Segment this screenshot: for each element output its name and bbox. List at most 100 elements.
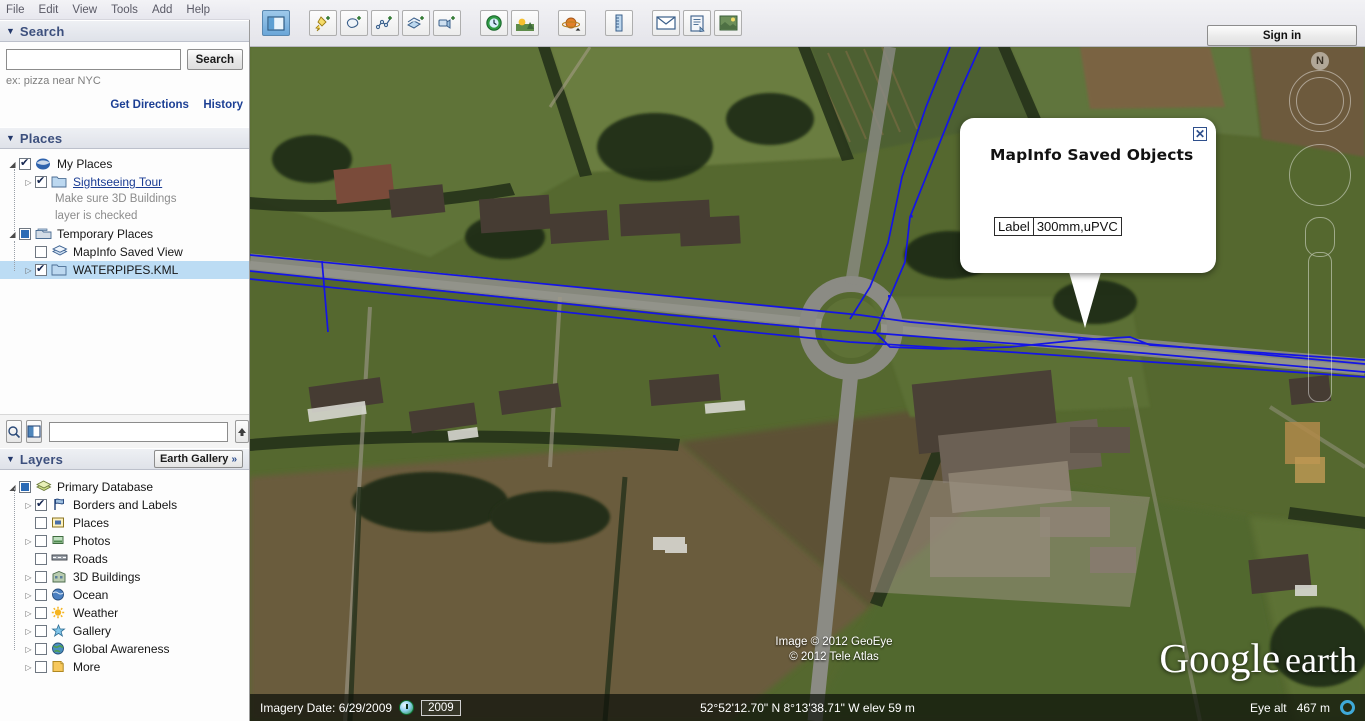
expand-arrow-icon[interactable]: ▷	[22, 178, 35, 187]
expand-arrow-icon[interactable]: ▷	[22, 609, 35, 618]
checkbox[interactable]	[35, 553, 47, 565]
places-split-view-button[interactable]	[26, 420, 42, 443]
sunlight-button[interactable]	[511, 10, 539, 36]
collapse-triangle-icon[interactable]: ▼	[6, 133, 15, 143]
layers-item-primary-database[interactable]: ◢ Primary Database	[0, 478, 249, 496]
imagery-date-section[interactable]: Imagery Date: 6/29/2009 2009	[260, 699, 461, 716]
layers-item-places[interactable]: Places	[0, 514, 249, 532]
earth-gallery-button[interactable]: Earth Gallery »	[153, 450, 243, 468]
layers-item-global-awareness[interactable]: ▷ Global Awareness	[0, 640, 249, 658]
record-tour-button[interactable]	[433, 10, 461, 36]
layers-item-3d-buildings[interactable]: ▷ 3D Buildings	[0, 568, 249, 586]
balloon-title: MapInfo Saved Objects	[990, 146, 1194, 164]
checkbox[interactable]	[35, 625, 47, 637]
layers-item-photos[interactable]: ▷ Photos	[0, 532, 249, 550]
layers-item-borders-and-labels[interactable]: ▷ Borders and Labels	[0, 496, 249, 514]
places-panel-header[interactable]: ▼ Places	[0, 127, 249, 149]
add-image-overlay-button[interactable]	[402, 10, 430, 36]
checkbox[interactable]	[35, 607, 47, 619]
places-item-label[interactable]: Sightseeing Tour	[73, 175, 162, 189]
collapse-triangle-icon[interactable]: ▼	[6, 454, 15, 464]
layers-item-more[interactable]: ▷ More	[0, 658, 249, 676]
places-item-temporary-places[interactable]: ◢ Temporary Places	[0, 225, 249, 243]
compass-north-indicator[interactable]: N	[1311, 52, 1329, 70]
layers-item-gallery[interactable]: ▷ Gallery	[0, 622, 249, 640]
folder-icon	[51, 263, 69, 277]
email-button[interactable]	[652, 10, 680, 36]
places-item-waterpipes-kml[interactable]: ▷ WATERPIPES.KML	[0, 261, 249, 279]
expand-arrow-icon[interactable]: ◢	[6, 160, 19, 169]
menu-item-tools[interactable]: Tools	[111, 4, 138, 16]
close-icon[interactable]: ✕	[1193, 127, 1207, 141]
layers-item-label: 3D Buildings	[73, 570, 141, 584]
checkbox[interactable]	[19, 156, 31, 170]
menu-item-view[interactable]: View	[72, 4, 97, 16]
expand-arrow-icon[interactable]: ◢	[6, 483, 19, 492]
zoom-slider-handle[interactable]	[1305, 217, 1335, 257]
layers-panel-header[interactable]: ▼ Layers Earth Gallery »	[0, 448, 249, 470]
imagery-year-badge[interactable]: 2009	[421, 699, 461, 716]
logo-google-text: Google	[1159, 635, 1281, 681]
places-item-mapinfo-saved-view[interactable]: MapInfo Saved View	[0, 243, 249, 261]
imagery-copyright: Image © 2012 GeoEye © 2012 Tele Atlas	[739, 635, 929, 665]
historical-imagery-button[interactable]	[480, 10, 508, 36]
expand-arrow-icon[interactable]: ▷	[22, 266, 35, 275]
earth-icon	[35, 157, 53, 171]
save-image-button[interactable]	[714, 10, 742, 36]
checkbox[interactable]	[35, 517, 47, 529]
places-filter-input[interactable]	[49, 421, 228, 442]
menu-item-file[interactable]: File	[6, 4, 25, 16]
ruler-button[interactable]	[605, 10, 633, 36]
places-item-my-places[interactable]: ◢ My Places	[0, 155, 249, 173]
collapse-triangle-icon[interactable]: ▼	[6, 26, 15, 36]
places-item-sightseeing-tour[interactable]: ▷ Sightseeing Tour	[0, 173, 249, 191]
checkbox[interactable]	[35, 262, 47, 276]
move-up-button[interactable]	[235, 420, 249, 443]
expand-arrow-icon[interactable]: ▷	[22, 573, 35, 582]
zoom-slider[interactable]	[1308, 252, 1332, 402]
map-viewport[interactable]: N Image © 2012 GeoEye © 2012 Tele Atlas …	[250, 47, 1365, 721]
expand-arrow-icon[interactable]: ▷	[22, 645, 35, 654]
switch-planet-button[interactable]	[558, 10, 586, 36]
checkbox[interactable]	[35, 497, 47, 511]
layers-item-weather[interactable]: ▷ Weather	[0, 604, 249, 622]
get-directions-link[interactable]: Get Directions	[110, 99, 189, 111]
layers-item-label: Ocean	[73, 588, 109, 602]
checkbox[interactable]	[35, 571, 47, 583]
expand-arrow-icon[interactable]: ▷	[22, 537, 35, 546]
checkbox[interactable]	[35, 643, 47, 655]
expand-arrow-icon[interactable]: ▷	[22, 501, 35, 510]
history-link[interactable]: History	[203, 99, 243, 111]
sign-in-button[interactable]: Sign in	[1207, 25, 1357, 46]
places-search-button[interactable]	[6, 420, 22, 443]
search-input[interactable]	[6, 49, 181, 70]
menu-item-edit[interactable]: Edit	[39, 4, 59, 16]
add-placemark-button[interactable]	[309, 10, 337, 36]
show-hide-sidebar-button[interactable]	[262, 10, 290, 36]
search-button[interactable]: Search	[186, 49, 243, 70]
expand-arrow-icon[interactable]: ▷	[22, 591, 35, 600]
search-panel-header[interactable]: ▼ Search	[0, 20, 249, 42]
menu-item-add[interactable]: Add	[152, 4, 172, 16]
expand-arrow-icon[interactable]: ▷	[22, 627, 35, 636]
checkbox[interactable]	[35, 661, 47, 673]
add-polygon-button[interactable]	[340, 10, 368, 36]
menu-item-help[interactable]: Help	[186, 4, 210, 16]
expand-arrow-icon[interactable]: ◢	[6, 230, 19, 239]
look-joystick-inner[interactable]	[1296, 77, 1344, 125]
move-joystick[interactable]	[1289, 144, 1351, 206]
checkbox[interactable]	[35, 174, 47, 188]
add-path-button[interactable]	[371, 10, 399, 36]
eye-alt-value: 467 m	[1296, 700, 1330, 715]
layers-item-roads[interactable]: Roads	[0, 550, 249, 568]
checkbox[interactable]	[35, 535, 47, 547]
print-button[interactable]	[683, 10, 711, 36]
checkbox[interactable]	[19, 481, 31, 493]
database-icon	[35, 480, 53, 494]
checkbox[interactable]	[19, 228, 31, 240]
expand-arrow-icon[interactable]: ▷	[22, 663, 35, 672]
checkbox[interactable]	[35, 246, 47, 258]
checkbox[interactable]	[35, 589, 47, 601]
layers-item-ocean[interactable]: ▷ Ocean	[0, 586, 249, 604]
historical-clock-icon[interactable]	[399, 700, 415, 715]
